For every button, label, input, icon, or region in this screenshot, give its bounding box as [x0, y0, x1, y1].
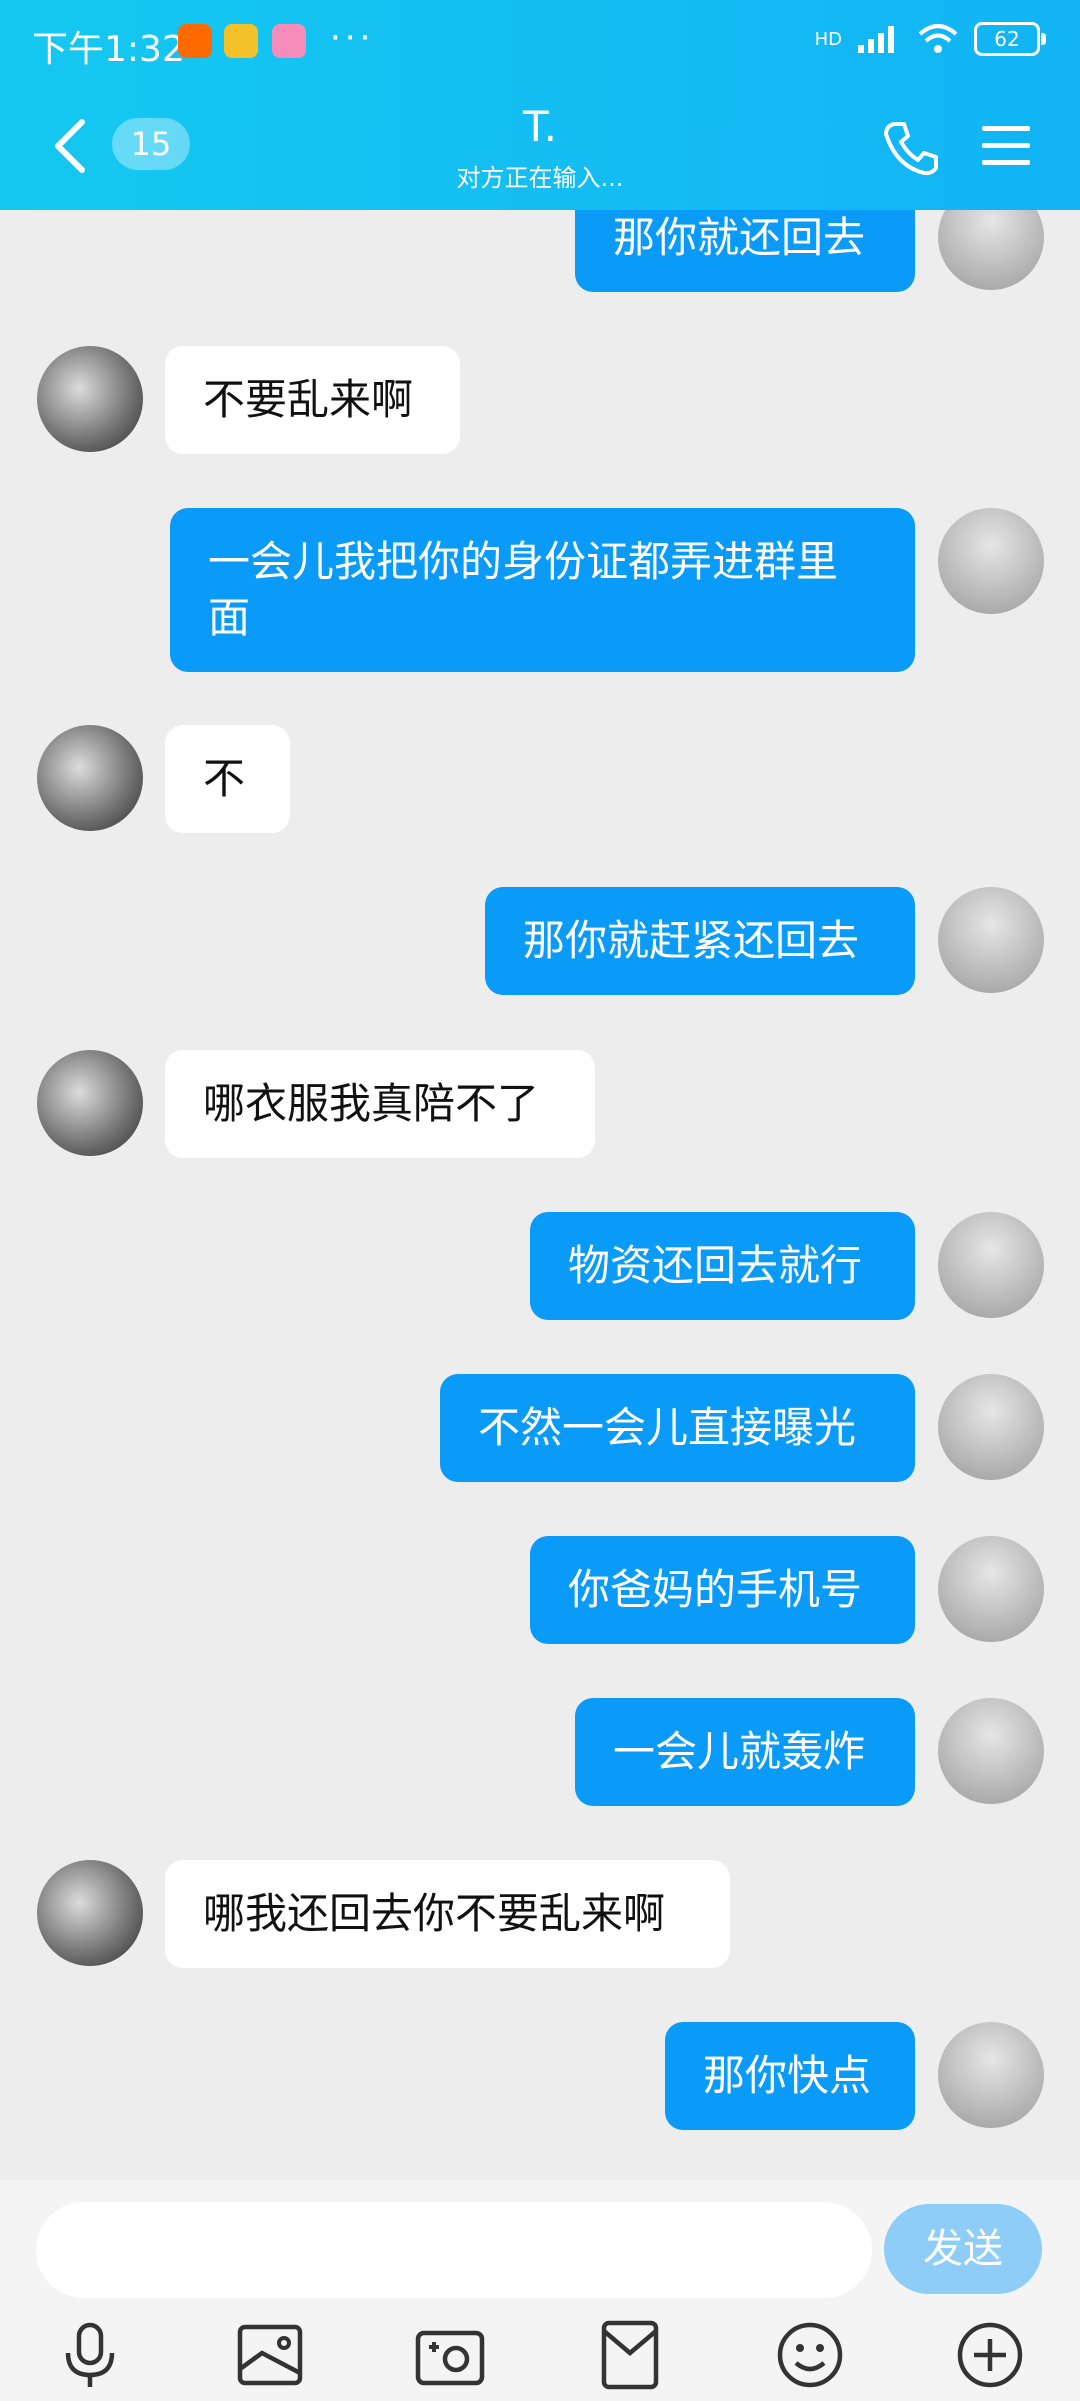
camera-icon[interactable]	[412, 2317, 488, 2393]
mi-app-icon	[178, 24, 212, 58]
my-avatar[interactable]	[938, 1212, 1044, 1318]
message-input[interactable]	[36, 2202, 872, 2298]
more-notifications: ···	[330, 18, 375, 58]
red-packet-icon[interactable]	[592, 2317, 668, 2393]
message-bubble-mine[interactable]: 你爸妈的手机号	[530, 1536, 915, 1644]
my-avatar[interactable]	[938, 1536, 1044, 1642]
message-bubble-mine[interactable]: 一会儿就轰炸	[575, 1698, 915, 1806]
microphone-icon[interactable]	[52, 2317, 128, 2393]
message-bubble-mine[interactable]: 物资还回去就行	[530, 1212, 915, 1320]
send-button[interactable]: 发送	[884, 2204, 1042, 2294]
signal-icon	[858, 26, 894, 53]
status-bar: 下午1:32 ··· HD 62	[0, 0, 1080, 88]
phone-icon[interactable]	[880, 118, 940, 178]
plus-icon[interactable]	[952, 2317, 1028, 2393]
emoji-icon[interactable]	[772, 2317, 848, 2393]
my-avatar[interactable]	[938, 1374, 1044, 1480]
menu-icon[interactable]	[978, 118, 1034, 174]
notes-app-icon	[224, 24, 258, 58]
message-bubble-theirs[interactable]: 哪我还回去你不要乱来啊	[165, 1860, 730, 1968]
message-bubble-mine[interactable]: 那你快点	[665, 2022, 915, 2130]
message-bubble-mine[interactable]: 不然一会儿直接曝光	[440, 1374, 915, 1482]
my-avatar[interactable]	[938, 210, 1044, 290]
message-bubble-mine[interactable]: 那你就还回去	[575, 210, 915, 292]
contact-avatar[interactable]	[37, 346, 143, 452]
image-icon[interactable]	[232, 2317, 308, 2393]
composer-bar: 发送	[0, 2180, 1080, 2401]
my-avatar[interactable]	[938, 2022, 1044, 2128]
contact-avatar[interactable]	[37, 1050, 143, 1156]
message-bubble-mine[interactable]: 一会儿我把你的身份证都弄进群里面	[170, 508, 915, 672]
message-list[interactable]: 那你就还回去 不要乱来啊 一会儿我把你的身份证都弄进群里面 不 那你就赶紧还回去…	[0, 210, 1080, 2180]
network-label: HD	[814, 28, 842, 50]
message-bubble-mine[interactable]: 那你就赶紧还回去	[485, 887, 915, 995]
my-avatar[interactable]	[938, 508, 1044, 614]
contact-avatar[interactable]	[37, 1860, 143, 1966]
game-app-icon	[272, 24, 306, 58]
my-avatar[interactable]	[938, 1698, 1044, 1804]
message-bubble-theirs[interactable]: 不要乱来啊	[165, 346, 460, 454]
status-indicators: HD 62	[814, 22, 1046, 56]
message-bubble-theirs[interactable]: 哪衣服我真陪不了	[165, 1050, 595, 1158]
wifi-icon	[918, 24, 958, 53]
contact-avatar[interactable]	[37, 725, 143, 831]
status-time: 下午1:32	[32, 29, 185, 70]
battery-indicator: 62	[974, 22, 1046, 56]
chat-header: 15 T. 对方正在输入...	[0, 88, 1080, 210]
my-avatar[interactable]	[938, 887, 1044, 993]
message-bubble-theirs[interactable]: 不	[165, 725, 290, 833]
